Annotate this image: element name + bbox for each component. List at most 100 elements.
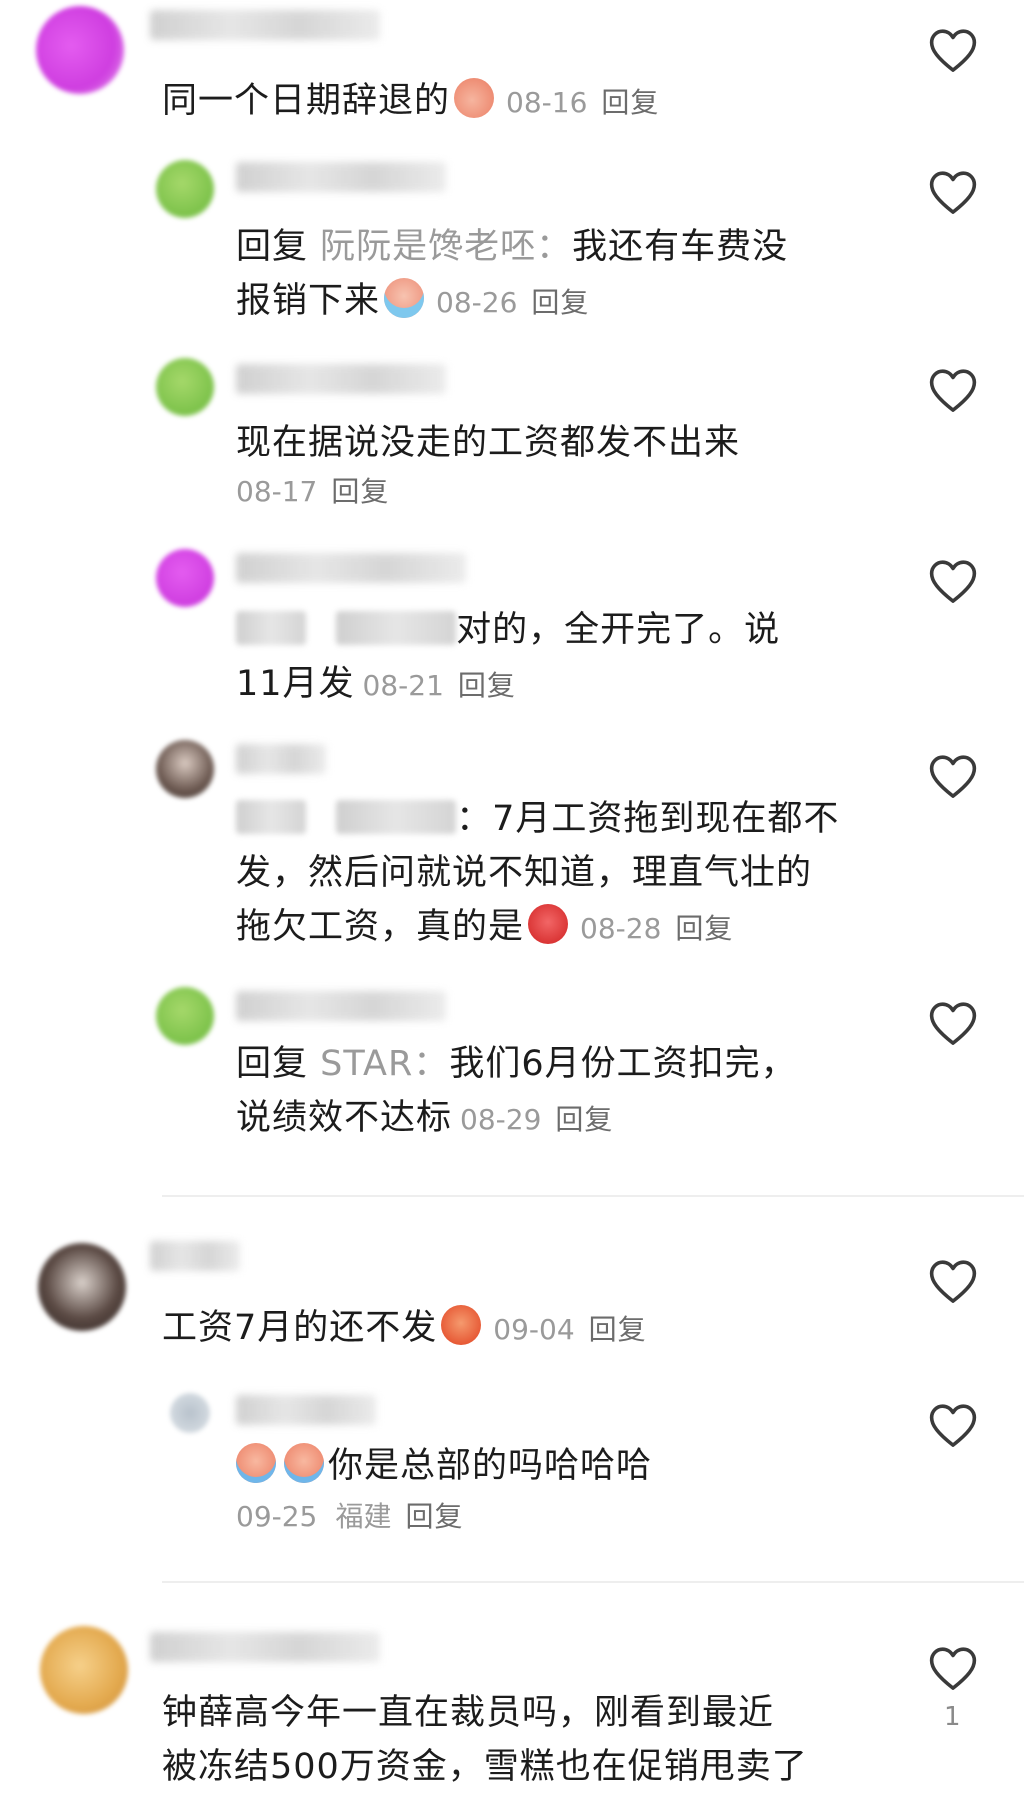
avatar[interactable]: [156, 549, 214, 607]
comment-text-line2: 发，然后问就说不知道，理直气壮的: [236, 846, 812, 901]
comment-body: 拖欠工资，真的是: [236, 907, 525, 947]
comment-text: 回复 阮阮是馋老呸：我还有车费没: [236, 220, 788, 275]
reply-button[interactable]: 回复: [458, 669, 516, 702]
heart-icon[interactable]: [926, 364, 980, 418]
comment-date: 08-21: [362, 669, 444, 702]
thread-divider: [162, 1195, 1024, 1197]
comment-item: 工资7月的还不发 09-04 回复: [0, 1235, 1024, 1355]
blurred-text: [336, 611, 457, 645]
comment-date: 09-04: [493, 1313, 575, 1346]
comment-body: 对的，全开完了。说: [456, 610, 781, 650]
username-blurred[interactable]: [236, 744, 326, 774]
username-blurred[interactable]: [236, 1395, 376, 1425]
reply-item: 你是总部的吗哈哈哈 09-25 福建 回复: [0, 1385, 1024, 1545]
comment-text: 钟薛高今年一直在裁员吗，刚看到最近: [162, 1686, 774, 1741]
comment-text-line2: 被冻结500万资金，雪糕也在促销甩卖了: [162, 1740, 808, 1795]
heart-icon[interactable]: [926, 24, 980, 78]
reply-button[interactable]: 回复: [601, 86, 659, 119]
comment-date: 09-25: [236, 1500, 318, 1533]
username-blurred[interactable]: [150, 1241, 240, 1271]
avatar[interactable]: [156, 740, 214, 798]
avatar[interactable]: [40, 1626, 128, 1714]
angry-cursing-emoji-icon: [528, 904, 569, 944]
comment-text-line2: 11月发 08-21 回复: [236, 657, 516, 713]
comment-body: 我还有车费没: [572, 227, 789, 267]
comment-meta-row: 09-25 福建 回复: [236, 1493, 464, 1539]
avatar[interactable]: [156, 358, 214, 416]
comment-date: 08-29: [460, 1103, 542, 1136]
username-blurred[interactable]: [236, 364, 446, 394]
reply-item: 现在据说没走的工资都发不出来 08-17 回复: [0, 350, 1024, 520]
comment-text: 回复 STAR：我们6月份工资扣完，: [236, 1037, 797, 1092]
comment-body: 我们6月份工资扣完，: [449, 1044, 797, 1084]
reply-button[interactable]: 回复: [531, 286, 589, 319]
thread-divider: [162, 1581, 1024, 1583]
heart-icon[interactable]: [926, 1255, 980, 1309]
heart-icon[interactable]: [926, 750, 980, 804]
username-blurred[interactable]: [150, 10, 380, 40]
like-count: 1: [944, 1702, 961, 1732]
comment-date: 08-16: [506, 86, 588, 119]
comment-date: 08-26: [436, 286, 518, 319]
username-blurred[interactable]: [236, 162, 446, 192]
comment-text: ：7月工资拖到现在都不: [236, 792, 839, 847]
heart-icon[interactable]: [926, 1399, 980, 1453]
avatar[interactable]: [38, 1243, 126, 1331]
reply-button[interactable]: 回复: [675, 912, 733, 945]
comment-body: 报销下来: [236, 281, 381, 321]
reply-button[interactable]: 回复: [555, 1103, 613, 1136]
comment-meta-row: 08-17 回复: [236, 468, 389, 514]
sobbing-face-emoji-icon: [236, 1443, 276, 1483]
blurred-text: [236, 611, 306, 645]
comment-body: 钟薛高今年一直在裁员吗，刚看到最近: [162, 1693, 775, 1733]
comment-body: 说绩效不达标: [236, 1098, 453, 1138]
comment-text: 现在据说没走的工资都发不出来: [236, 416, 740, 471]
comment-item: 同一个日期辞退的 08-16 回复: [0, 0, 1024, 130]
comment-body: 11月发: [236, 664, 355, 704]
comment-text: 对的，全开完了。说: [236, 603, 780, 658]
peach-face-emoji-icon: [454, 78, 495, 118]
comment-body: 被冻结500万资金，雪糕也在促销甩卖了: [162, 1747, 808, 1787]
comment-body: ：7月工资拖到现在都不: [456, 799, 840, 839]
comment-text-line2: 报销下来 08-26 回复: [236, 274, 589, 330]
blurred-text: [236, 800, 306, 834]
reply-target-user[interactable]: STAR：: [320, 1044, 449, 1084]
reply-button[interactable]: 回复: [406, 1500, 464, 1533]
comment-date: 08-17: [236, 475, 318, 508]
reply-item: 回复 阮阮是馋老呸：我还有车费没 报销下来 08-26 回复: [0, 150, 1024, 321]
comment-text: 你是总部的吗哈哈哈: [236, 1439, 652, 1494]
comment-text: 同一个日期辞退的 08-16 回复: [162, 74, 659, 130]
sobbing-face-emoji-icon: [284, 1443, 324, 1483]
comment-text-line2: 说绩效不达标 08-29 回复: [236, 1091, 613, 1147]
reply-button[interactable]: 回复: [589, 1313, 647, 1346]
comment-body: 工资7月的还不发: [162, 1308, 438, 1348]
avatar[interactable]: [156, 160, 214, 218]
comment-location: 福建: [335, 1500, 392, 1533]
avatar[interactable]: [36, 6, 124, 94]
avatar[interactable]: [170, 1393, 210, 1433]
heart-icon[interactable]: [926, 1642, 980, 1696]
reply-prefix: 回复: [236, 1044, 309, 1084]
comment-body: 发，然后问就说不知道，理直气壮的: [236, 853, 813, 893]
reply-target-user[interactable]: 阮阮是馋老呸：: [320, 227, 572, 267]
reply-button[interactable]: 回复: [331, 475, 389, 508]
heart-icon[interactable]: [926, 555, 980, 609]
username-blurred[interactable]: [150, 1632, 380, 1662]
reply-item: 回复 STAR：我们6月份工资扣完， 说绩效不达标 08-29 回复: [0, 985, 1024, 1155]
comment-body: 现在据说没走的工资都发不出来: [236, 423, 741, 463]
comment-item: 钟薛高今年一直在裁员吗，刚看到最近 被冻结500万资金，雪糕也在促销甩卖了 1: [0, 1618, 1024, 1787]
angry-face-emoji-icon: [441, 1305, 482, 1345]
heart-icon[interactable]: [926, 997, 980, 1051]
reply-prefix: 回复: [236, 227, 309, 267]
username-blurred[interactable]: [236, 991, 446, 1021]
reply-item: ：7月工资拖到现在都不 发，然后问就说不知道，理直气壮的 拖欠工资，真的是 08-…: [0, 738, 1024, 958]
blurred-text: [336, 800, 457, 834]
comment-date: 08-28: [580, 912, 662, 945]
comment-text: 工资7月的还不发 09-04 回复: [162, 1301, 647, 1357]
reply-item: 对的，全开完了。说 11月发 08-21 回复: [0, 545, 1024, 715]
comment-text-line3: 拖欠工资，真的是 08-28 回复: [236, 900, 733, 956]
username-blurred[interactable]: [236, 553, 466, 583]
heart-icon[interactable]: [926, 166, 980, 220]
avatar[interactable]: [156, 987, 214, 1045]
comment-body: 同一个日期辞退的: [162, 81, 451, 121]
